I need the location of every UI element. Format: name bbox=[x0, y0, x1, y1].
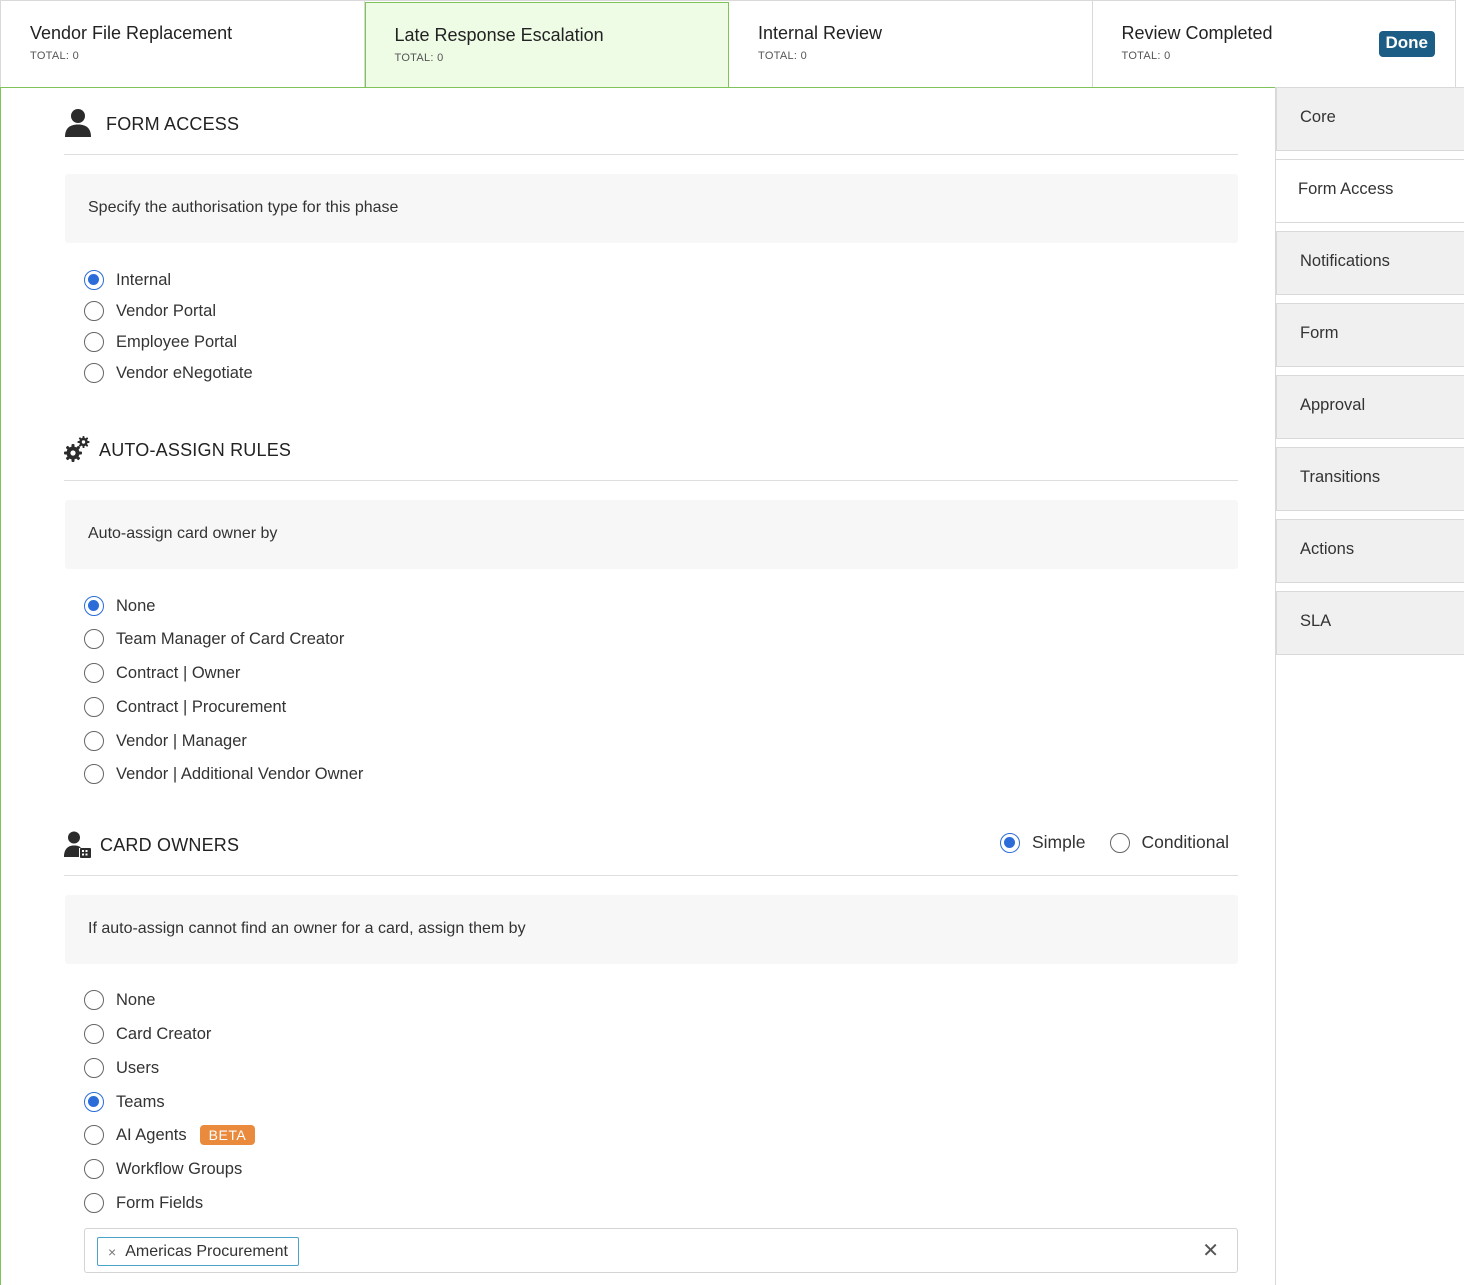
radio-conditional[interactable]: Conditional bbox=[1109, 832, 1230, 853]
phase-tab-vendor-file-replacement[interactable]: Vendor File Replacement TOTAL: 0 bbox=[0, 1, 365, 88]
radio-button[interactable] bbox=[84, 1092, 104, 1112]
radio-internal[interactable]: Internal bbox=[84, 269, 171, 291]
section-title: CARD OWNERS bbox=[100, 835, 240, 855]
radio-teams[interactable]: Teams bbox=[84, 1091, 165, 1113]
radio-button[interactable] bbox=[84, 270, 104, 290]
beta-badge: BETA bbox=[199, 1125, 256, 1145]
radio-label: Vendor Portal bbox=[116, 301, 216, 320]
user-icon bbox=[65, 109, 91, 137]
radio-label: Conditional bbox=[1141, 832, 1230, 852]
radio-label: Team Manager of Card Creator bbox=[116, 629, 345, 648]
phase-tab-review-completed[interactable]: Review Completed TOTAL: 0 Done bbox=[1092, 1, 1456, 88]
clear-icon[interactable]: ✕ bbox=[1202, 1238, 1219, 1263]
selected-tag: × Americas Procurement bbox=[97, 1237, 299, 1266]
radio-label: Users bbox=[116, 1058, 160, 1077]
phase-tabs: Vendor File Replacement TOTAL: 0 Late Re… bbox=[0, 0, 1456, 88]
auto-assign-header: AUTO-ASSIGN RULES bbox=[64, 413, 1238, 481]
radio-button[interactable] bbox=[84, 1024, 104, 1044]
radio-label: None bbox=[116, 990, 156, 1009]
done-badge: Done bbox=[1378, 31, 1435, 57]
radio-contract-procurement[interactable]: Contract | Procurement bbox=[84, 696, 286, 718]
radio-button[interactable] bbox=[1109, 832, 1130, 853]
radio-button[interactable] bbox=[84, 596, 104, 616]
sidebar-item-form[interactable]: Form bbox=[1276, 303, 1464, 367]
radio-label: Card Creator bbox=[116, 1024, 212, 1043]
settings-sidebar: Core Form Access Notifications Form Appr… bbox=[1275, 87, 1464, 1285]
radio-form-fields[interactable]: Form Fields bbox=[84, 1192, 203, 1214]
radio-button[interactable] bbox=[84, 301, 104, 321]
form-access-description: Specify the authorisation type for this … bbox=[65, 174, 1238, 243]
phase-settings-panel bbox=[0, 87, 1276, 1285]
radio-employee-portal[interactable]: Employee Portal bbox=[84, 331, 237, 353]
radio-button[interactable] bbox=[84, 764, 104, 784]
radio-ai-agents[interactable]: AI Agents BETA bbox=[84, 1124, 256, 1146]
radio-button[interactable] bbox=[84, 1193, 104, 1213]
sidebar-item-notifications[interactable]: Notifications bbox=[1276, 231, 1464, 295]
radio-button[interactable] bbox=[84, 363, 104, 383]
phase-total: TOTAL: 0 bbox=[758, 50, 808, 62]
radio-button[interactable] bbox=[84, 332, 104, 352]
radio-card-creator[interactable]: Card Creator bbox=[84, 1023, 211, 1045]
auto-assign-description: Auto-assign card owner by bbox=[65, 500, 1238, 569]
radio-auto-none[interactable]: None bbox=[84, 595, 155, 617]
radio-vendor-enegotiate[interactable]: Vendor eNegotiate bbox=[84, 362, 253, 384]
sidebar-item-transitions[interactable]: Transitions bbox=[1276, 447, 1464, 511]
phase-title: Late Response Escalation bbox=[394, 25, 604, 45]
radio-button[interactable] bbox=[1000, 832, 1020, 853]
radio-button[interactable] bbox=[84, 1159, 104, 1179]
section-title: FORM ACCESS bbox=[106, 114, 240, 134]
radio-label: Vendor | Additional Vendor Owner bbox=[116, 764, 364, 783]
radio-label: None bbox=[116, 596, 156, 615]
phase-tab-internal-review[interactable]: Internal Review TOTAL: 0 bbox=[729, 1, 1093, 88]
radio-label: Teams bbox=[116, 1092, 165, 1111]
radio-button[interactable] bbox=[84, 1058, 104, 1078]
radio-label: Contract | Procurement bbox=[116, 697, 287, 716]
sidebar-item-core[interactable]: Core bbox=[1276, 87, 1464, 151]
card-owners-mode-toggle: Simple Conditional bbox=[1000, 832, 1229, 853]
radio-vendor-additional-vendor-owner[interactable]: Vendor | Additional Vendor Owner bbox=[84, 763, 363, 785]
radio-button[interactable] bbox=[84, 990, 104, 1010]
radio-simple[interactable]: Simple bbox=[1000, 832, 1086, 853]
radio-label: Contract | Owner bbox=[116, 663, 241, 682]
form-access-header: FORM ACCESS bbox=[64, 87, 1238, 155]
sidebar-item-approval[interactable]: Approval bbox=[1276, 375, 1464, 439]
radio-label: Employee Portal bbox=[116, 332, 238, 351]
card-owners-description: If auto-assign cannot find an owner for … bbox=[65, 895, 1238, 964]
radio-button[interactable] bbox=[84, 731, 104, 751]
tag-label: Americas Procurement bbox=[125, 1242, 288, 1260]
gears-icon bbox=[64, 436, 90, 462]
radio-contract-owner[interactable]: Contract | Owner bbox=[84, 662, 240, 684]
radio-team-manager-of-card-creator[interactable]: Team Manager of Card Creator bbox=[84, 628, 344, 650]
phase-title: Internal Review bbox=[758, 23, 883, 43]
radio-label: AI Agents bbox=[116, 1125, 187, 1144]
phase-title: Vendor File Replacement bbox=[30, 23, 233, 43]
phase-tab-late-response-escalation[interactable]: Late Response Escalation TOTAL: 0 bbox=[364, 2, 729, 88]
radio-label: Simple bbox=[1032, 832, 1086, 852]
radio-vendor-portal[interactable]: Vendor Portal bbox=[84, 300, 216, 322]
section-title: AUTO-ASSIGN RULES bbox=[99, 440, 292, 460]
radio-button[interactable] bbox=[84, 697, 104, 717]
radio-label: Workflow Groups bbox=[116, 1159, 243, 1178]
remove-tag-icon[interactable]: × bbox=[108, 1244, 116, 1260]
sidebar-item-actions[interactable]: Actions bbox=[1276, 519, 1464, 583]
radio-label: Vendor | Manager bbox=[116, 731, 247, 750]
phase-total: TOTAL: 0 bbox=[394, 52, 444, 64]
radio-label: Form Fields bbox=[116, 1193, 204, 1212]
user-grid-icon bbox=[64, 831, 91, 858]
radio-users[interactable]: Users bbox=[84, 1057, 159, 1079]
sidebar-item-sla[interactable]: SLA bbox=[1276, 591, 1464, 655]
radio-workflow-groups[interactable]: Workflow Groups bbox=[84, 1158, 242, 1180]
radio-owner-none[interactable]: None bbox=[84, 989, 155, 1011]
radio-vendor-manager[interactable]: Vendor | Manager bbox=[84, 730, 247, 752]
radio-button[interactable] bbox=[84, 663, 104, 683]
sidebar-item-form-access[interactable]: Form Access bbox=[1276, 159, 1464, 223]
radio-label: Vendor eNegotiate bbox=[116, 363, 253, 382]
teams-multiselect[interactable]: × Americas Procurement ✕ bbox=[84, 1228, 1238, 1273]
phase-total: TOTAL: 0 bbox=[30, 50, 80, 62]
radio-button[interactable] bbox=[84, 1125, 104, 1145]
radio-label: Internal bbox=[116, 270, 172, 289]
radio-button[interactable] bbox=[84, 629, 104, 649]
